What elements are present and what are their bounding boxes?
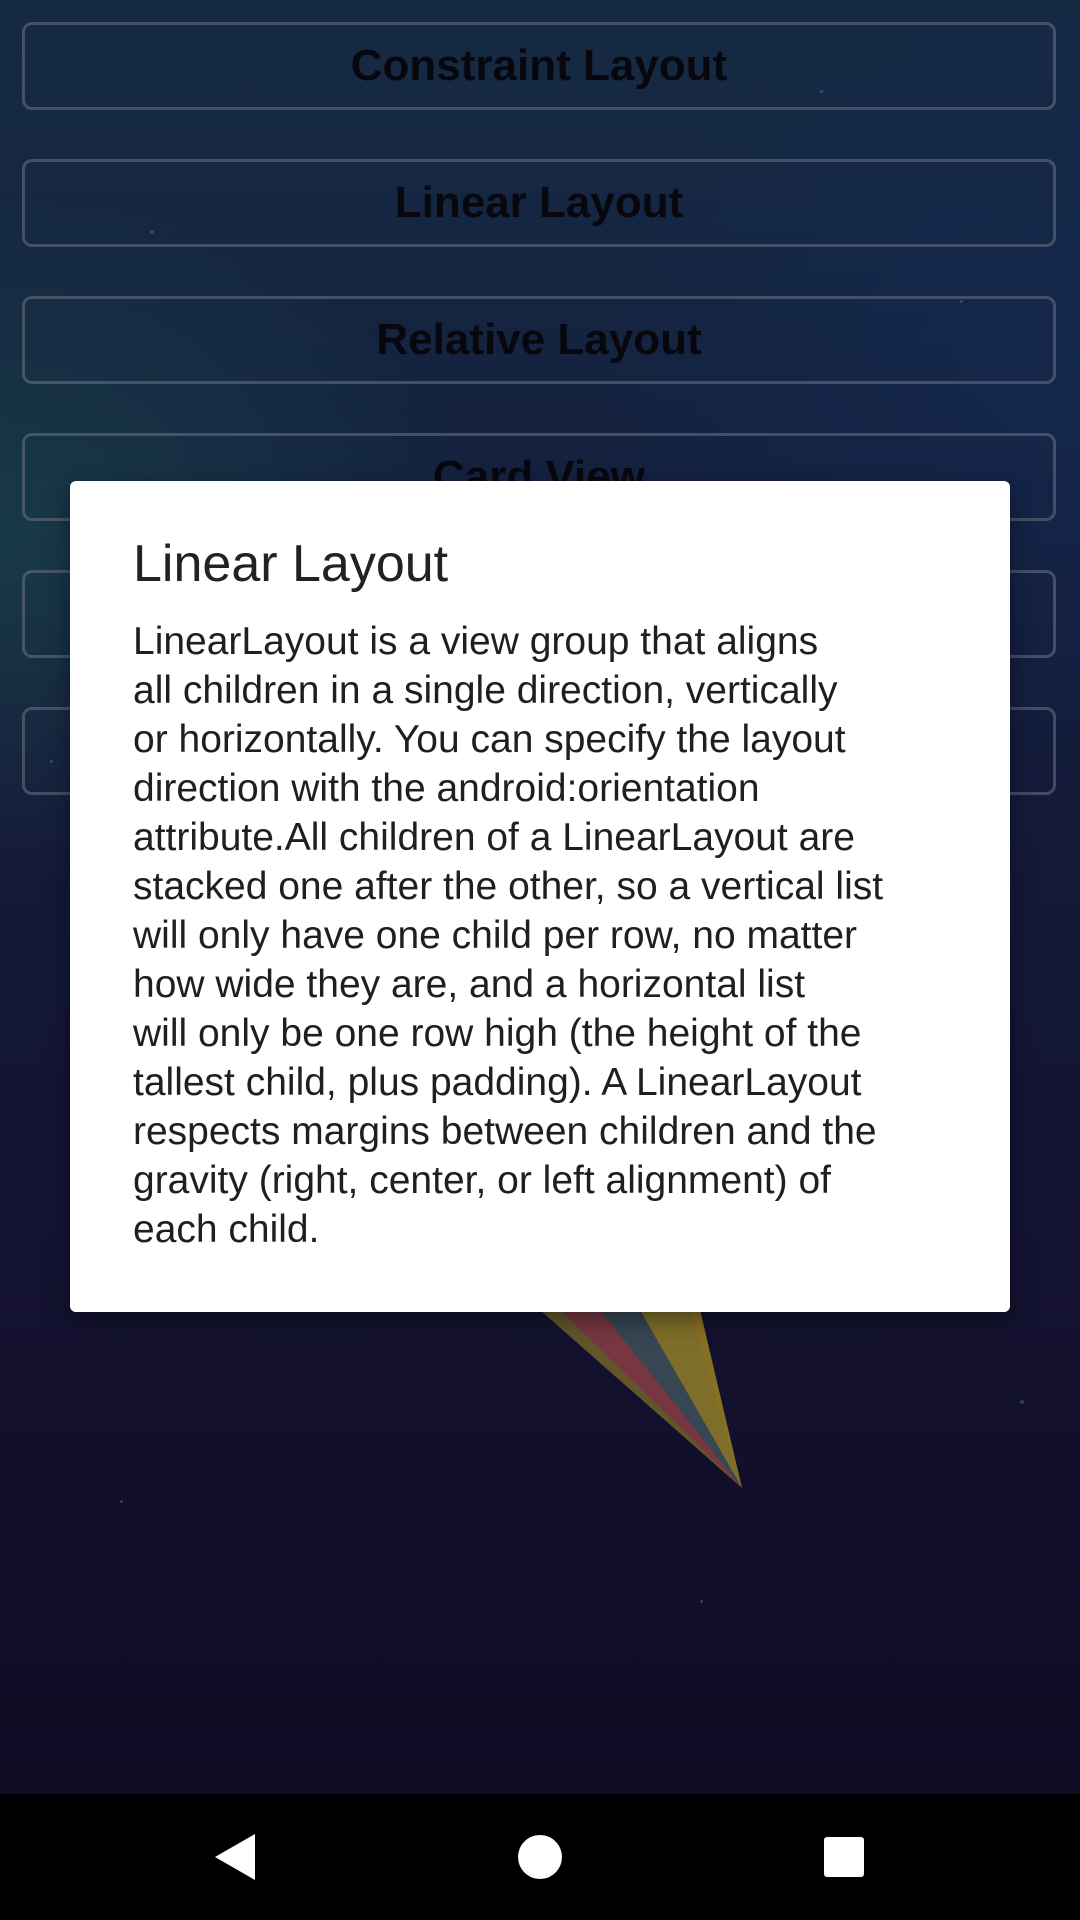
- dialog-message-line: LinearLayout is a view group that aligns: [133, 620, 819, 664]
- dialog-message-line: will only be one row high (the height of…: [133, 1012, 862, 1056]
- dialog-title: Linear Layout: [133, 535, 449, 593]
- dialog-message-line: each child.: [133, 1208, 320, 1252]
- dialog-message-line: stacked one after the other, so a vertic…: [133, 865, 884, 909]
- back-button[interactable]: [156, 1794, 316, 1920]
- back-triangle-icon: [215, 1834, 255, 1880]
- dialog-message-line: attribute.All children of a LinearLayout…: [133, 816, 855, 860]
- dialog-message: LinearLayout is a view group that aligns…: [133, 617, 946, 1254]
- info-dialog: Linear Layout LinearLayout is a view gro…: [70, 481, 1010, 1312]
- dialog-message-line: will only have one child per row, no mat…: [133, 914, 858, 958]
- recents-button[interactable]: [764, 1794, 924, 1920]
- dialog-message-line: tallest child, plus padding). A LinearLa…: [133, 1061, 862, 1105]
- system-navigation-bar: [0, 1794, 1080, 1920]
- dialog-message-line: all children in a single direction, vert…: [133, 669, 838, 713]
- app-screen: Constraint Layout Linear Layout Relative…: [0, 0, 1080, 1794]
- dialog-message-line: how wide they are, and a horizontal list: [133, 963, 806, 1007]
- home-button[interactable]: [460, 1794, 620, 1920]
- dialog-message-line: direction with the android:orientation: [133, 767, 760, 811]
- dialog-message-line: respects margins between children and th…: [133, 1110, 877, 1154]
- recents-square-icon: [824, 1837, 864, 1877]
- dialog-message-line: or horizontally. You can specify the lay…: [133, 718, 846, 762]
- home-circle-icon: [518, 1835, 562, 1879]
- dialog-message-line: gravity (right, center, or left alignmen…: [133, 1159, 831, 1203]
